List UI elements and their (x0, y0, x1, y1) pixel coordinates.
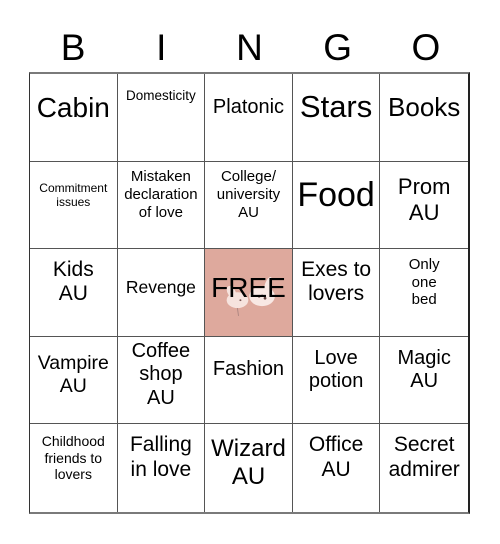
cell-label: Vampire AU (37, 352, 109, 398)
cell-label: Falling in love (129, 433, 192, 482)
header-letter-i: I (156, 27, 167, 68)
free-label: FREE (211, 271, 286, 303)
bingo-header: B I N G O (29, 26, 470, 70)
bingo-cell[interactable]: Secret admirer (380, 424, 468, 512)
cell-label: Domesticity (126, 88, 196, 104)
bingo-cell[interactable]: Vampire AU (30, 336, 118, 425)
bingo-cell[interactable]: Domesticity (117, 74, 206, 162)
cell-label: Platonic (212, 95, 285, 118)
cell-label: Secret admirer (388, 433, 460, 482)
bingo-cell[interactable]: Stars (292, 74, 381, 162)
bingo-cell[interactable]: Revenge (117, 249, 206, 337)
cell-label: Food (297, 175, 375, 214)
bingo-cell[interactable]: Mistaken declaration of love (117, 161, 206, 250)
bingo-cell[interactable]: Prom AU (380, 161, 468, 250)
bingo-cell[interactable]: Magic AU (380, 336, 468, 425)
cell-label: Prom AU (397, 173, 451, 225)
cell-label: Books (388, 91, 461, 122)
cell-label: College/ university AU (216, 168, 281, 221)
cell-label: Love potion (308, 346, 364, 393)
header-letter-o: O (411, 27, 441, 68)
cell-label: Fashion (212, 358, 285, 381)
bingo-cell[interactable]: Commitment issues (30, 161, 118, 250)
cell-label: Wizard AU (211, 434, 286, 491)
cell-label: Mistaken declaration of love (124, 168, 198, 221)
bingo-cell[interactable]: Falling in love (117, 424, 206, 512)
cell-label: Magic AU (397, 346, 451, 393)
bingo-cell[interactable]: Only one bed (380, 249, 468, 337)
bingo-grid: Cabin Domesticity Platonic Stars Books C… (29, 72, 470, 514)
cell-label: Revenge (125, 277, 196, 298)
cell-label: Stars (299, 89, 373, 124)
bingo-cell[interactable]: Cabin (30, 74, 118, 162)
cell-label: Exes to lovers (301, 257, 372, 306)
bingo-cell[interactable]: Coffee shop AU (117, 336, 206, 425)
header-letter-n: N (236, 27, 263, 68)
cell-label: Office AU (308, 433, 364, 482)
cell-label: Cabin (36, 91, 110, 123)
bingo-cell[interactable]: Love potion (292, 336, 381, 425)
bingo-cell[interactable]: Food (292, 161, 381, 250)
bingo-cell[interactable]: Exes to lovers (292, 249, 381, 337)
cell-label: Only one bed (408, 255, 440, 309)
cell-label: Coffee shop AU (131, 339, 191, 409)
bingo-cell[interactable]: Kids AU (30, 249, 118, 337)
bingo-cell[interactable]: Platonic (205, 74, 293, 162)
bingo-cell[interactable]: Office AU (292, 424, 381, 512)
bingo-cell[interactable]: Wizard AU (205, 424, 293, 512)
cell-label: Childhood friends to lovers (41, 433, 105, 483)
cell-label: Commitment issues (39, 180, 108, 209)
bingo-cell[interactable]: College/ university AU (205, 161, 293, 250)
header-letter-b: B (60, 27, 86, 68)
bingo-cell[interactable]: Childhood friends to lovers (30, 424, 118, 512)
header-letter-g: G (323, 27, 353, 68)
bingo-cell[interactable]: Fashion (205, 336, 293, 425)
free-cell[interactable]: FREE (205, 249, 293, 337)
cell-label: Kids AU (52, 257, 94, 306)
bingo-cell[interactable]: Books (380, 74, 468, 162)
